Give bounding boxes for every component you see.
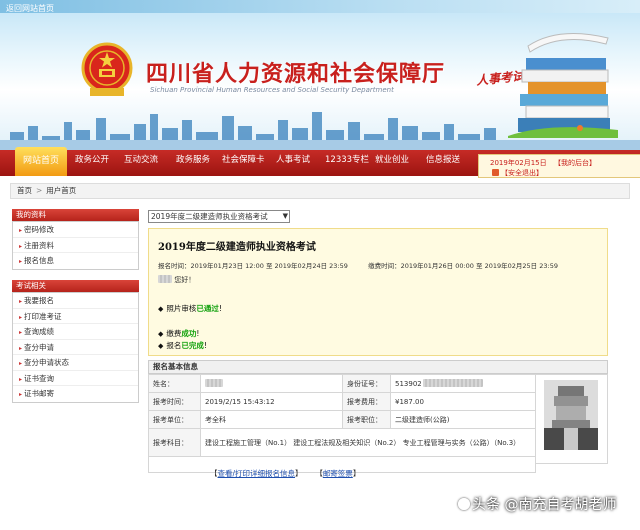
sidebar-item-score-review[interactable]: 查分申请 [13,340,138,355]
info-table: 姓名： 身份证号： 513902 报考时间： 2019/2/15 15:43:1… [148,374,536,473]
site-header: 返回网站首页 四川省人力资源和社会保障厅 Sichuan Provincial … [0,0,640,150]
applicant-photo [544,380,598,450]
photo-review-status: ◆ 照片审核已通过! [158,304,222,313]
chevron-down-icon: ▼ [282,212,288,220]
site-subtitle: Sichuan Provincial Human Resources and S… [150,86,394,94]
signup-status: ◆ 报名已完成! [158,341,207,350]
nav-item-employment[interactable]: 就业创业 [375,150,409,176]
breadcrumb-user-home: 用户首页 [46,186,77,195]
watermark: 头条 @南充自考胡老师 [458,494,616,514]
sidebar-item-print-admission[interactable]: 打印准考证 [13,309,138,324]
breadcrumb: 首页 > 用户首页 [10,183,630,199]
table-row: 报考单位： 考全科 报考职位： 二级建造师(公路) [148,410,536,429]
nav-item-info-report[interactable]: 信息报送 [426,150,460,176]
breadcrumb-separator: > [36,186,43,195]
sidebar-item-review-status[interactable]: 查分申请状态 [13,355,138,371]
nav-item-home[interactable]: 网站首页 [15,147,67,176]
sidebar-item-certificate-query[interactable]: 证书查询 [13,371,138,386]
return-home-link[interactable]: 返回网站首页 [6,3,54,14]
breadcrumb-home[interactable]: 首页 [17,186,32,195]
sidebar-item-change-password[interactable]: 密码修改 [13,222,138,238]
sidebar-item-query-score[interactable]: 查询成绩 [13,324,138,340]
sidebar-my-info-list: 密码修改 注册资料 报名信息 [12,221,139,270]
nav-item-12333[interactable]: 12333专栏 [325,150,369,176]
nav-item-hr-exam[interactable]: 人事考试 [276,150,310,176]
current-date: 2019年02月15日 [490,159,547,167]
nav-item-social-card[interactable]: 社会保障卡 [222,150,265,176]
id-value: 513902 [390,374,536,393]
fee-label: 报考费用： [342,392,391,411]
diamond-bullet-icon: ◆ [158,342,164,350]
sidebar-item-signup-info[interactable]: 报名信息 [13,253,138,269]
my-backstage-link[interactable]: 【我的后台】 [554,158,596,168]
payment-status: ◆ 缴费成功! [158,329,200,338]
links-row: 【查看/打印详细报名信息】 【邮寄签票】 [210,469,361,478]
unit-value: 考全科 [200,410,343,429]
mail-ticket-link[interactable]: 邮寄签票 [323,469,353,478]
position-value: 二级建造师(公路) [390,410,536,429]
position-label: 报考职位： [342,410,391,429]
sidebar-item-apply[interactable]: 我要报名 [13,293,138,309]
logout-link[interactable]: 【安全退出】 [492,168,543,178]
id-label: 身份证号： [342,374,391,393]
sidebar-item-registration-data[interactable]: 注册资料 [13,238,138,253]
name-value [200,374,343,393]
site-title: 四川省人力资源和社会保障厅 [146,62,446,87]
table-row: 姓名： 身份证号： 513902 [148,374,536,393]
table-row: 报考科目： 建设工程施工管理（No.1） 建设工程法规及相关知识（No.2） 专… [148,428,536,457]
sidebar-my-info-header: 我的资料 [12,209,139,221]
table-row: 报考时间： 2019/2/15 15:43:12 报考费用： ¥187.00 [148,392,536,411]
nav-item-interaction[interactable]: 互动交流 [124,150,158,176]
subject-label: 报考科目： [148,428,201,457]
diamond-bullet-icon: ◆ [158,305,164,313]
view-print-detail-link[interactable]: 查看/打印详细报名信息 [218,469,296,478]
exam-title: 2019年度二级建造师执业资格考试 [158,242,316,253]
time-value: 2019/2/15 15:43:12 [200,392,343,411]
sidebar-exam-list: 我要报名 打印准考证 查询成绩 查分申请 查分申请状态 证书查询 证书邮寄 [12,292,139,403]
unit-label: 报考单位： [148,410,201,429]
watermark-logo-icon [458,498,470,510]
redacted-name [158,275,172,283]
greeting: 您好！ [158,275,195,285]
nav-item-gov-affairs[interactable]: 政务公开 [75,150,109,176]
sidebar-item-certificate-mail[interactable]: 证书邮寄 [13,386,138,402]
nav-item-gov-services[interactable]: 政务服务 [176,150,210,176]
diamond-bullet-icon: ◆ [158,330,164,338]
exam-status-panel: 2019年度二级建造师执业资格考试 报名时间：2019年01月23日 12:00… [148,228,608,356]
exam-select[interactable]: 2019年度二级建造师执业资格考试 ▼ [148,210,290,223]
exam-times: 报名时间：2019年01月23日 12:00 至 2019年02月24日 23:… [158,262,558,270]
national-emblem-icon [81,42,133,96]
sidebar-exam-header: 考试相关 [12,280,139,292]
info-section-header: 报名基本信息 [148,360,608,374]
fee-value: ¥187.00 [390,392,536,411]
books-stack-icon [508,33,618,138]
top-link-bar [0,0,640,13]
time-label: 报考时间： [148,392,201,411]
name-label: 姓名： [148,374,201,393]
logout-icon [492,169,499,176]
subject-value: 建设工程施工管理（No.1） 建设工程法规及相关知识（No.2） 专业工程管理与… [200,428,536,457]
